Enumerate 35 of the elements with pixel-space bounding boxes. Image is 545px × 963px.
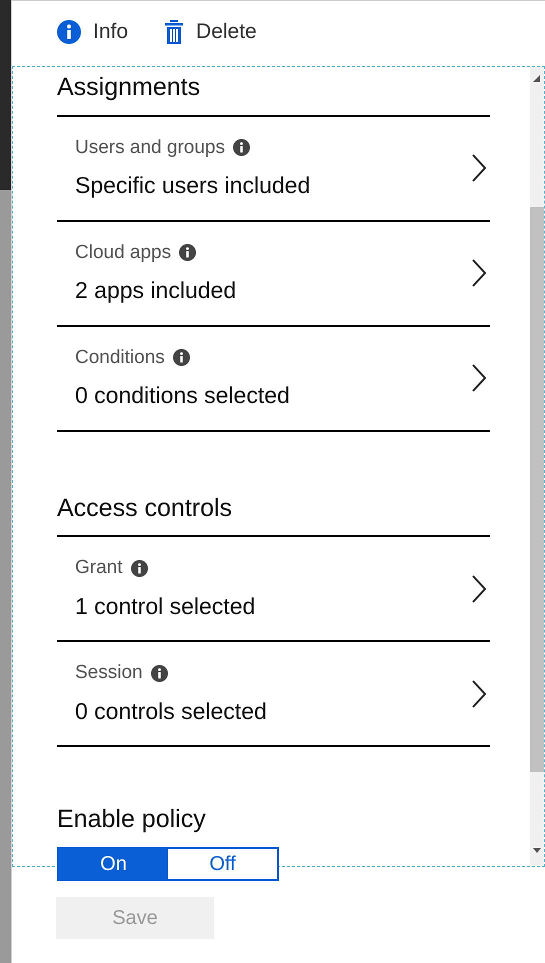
scrollbar[interactable] <box>530 67 544 866</box>
section-heading: Assignments <box>57 67 490 116</box>
row-label: Users and groups <box>75 136 225 160</box>
trash-icon <box>164 20 184 44</box>
info-icon <box>179 244 196 262</box>
chevron-right-icon <box>472 680 486 708</box>
chevron-right-icon <box>472 364 486 392</box>
section-heading: Access controls <box>57 488 490 537</box>
scroll-up-icon[interactable] <box>533 75 541 83</box>
info-icon <box>57 20 81 44</box>
row-label: Session <box>75 661 143 685</box>
settings-row[interactable]: Users and groups Specific users included <box>57 116 490 222</box>
chevron-right-icon <box>472 574 486 602</box>
row-value: 0 conditions selected <box>75 381 290 410</box>
info-icon <box>150 664 168 682</box>
row-value: 1 control selected <box>75 592 256 620</box>
row-value: Specific users included <box>75 171 310 200</box>
delete-button[interactable]: Delete <box>164 16 257 48</box>
settings-row[interactable]: Grant 1 control selected <box>57 537 490 642</box>
row-value: 2 apps included <box>75 276 236 305</box>
chevron-right-icon <box>472 259 486 287</box>
row-label: Conditions <box>75 346 165 370</box>
row-value: 0 controls selected <box>75 696 267 726</box>
settings-row[interactable]: Session 0 controls selected <box>57 642 490 747</box>
settings-row[interactable]: Cloud apps 2 apps included <box>57 222 490 326</box>
row-label: Grant <box>75 556 123 580</box>
info-button[interactable]: Info <box>57 16 128 48</box>
toggle-option[interactable]: On <box>59 848 168 878</box>
info-icon <box>130 560 148 577</box>
section-heading: Enable policy <box>57 804 207 835</box>
settings-row[interactable]: Conditions 0 conditions selected <box>57 326 490 432</box>
info-icon <box>172 349 190 366</box>
chevron-right-icon <box>472 154 486 182</box>
row-label: Cloud apps <box>75 240 172 264</box>
info-icon <box>232 139 250 156</box>
